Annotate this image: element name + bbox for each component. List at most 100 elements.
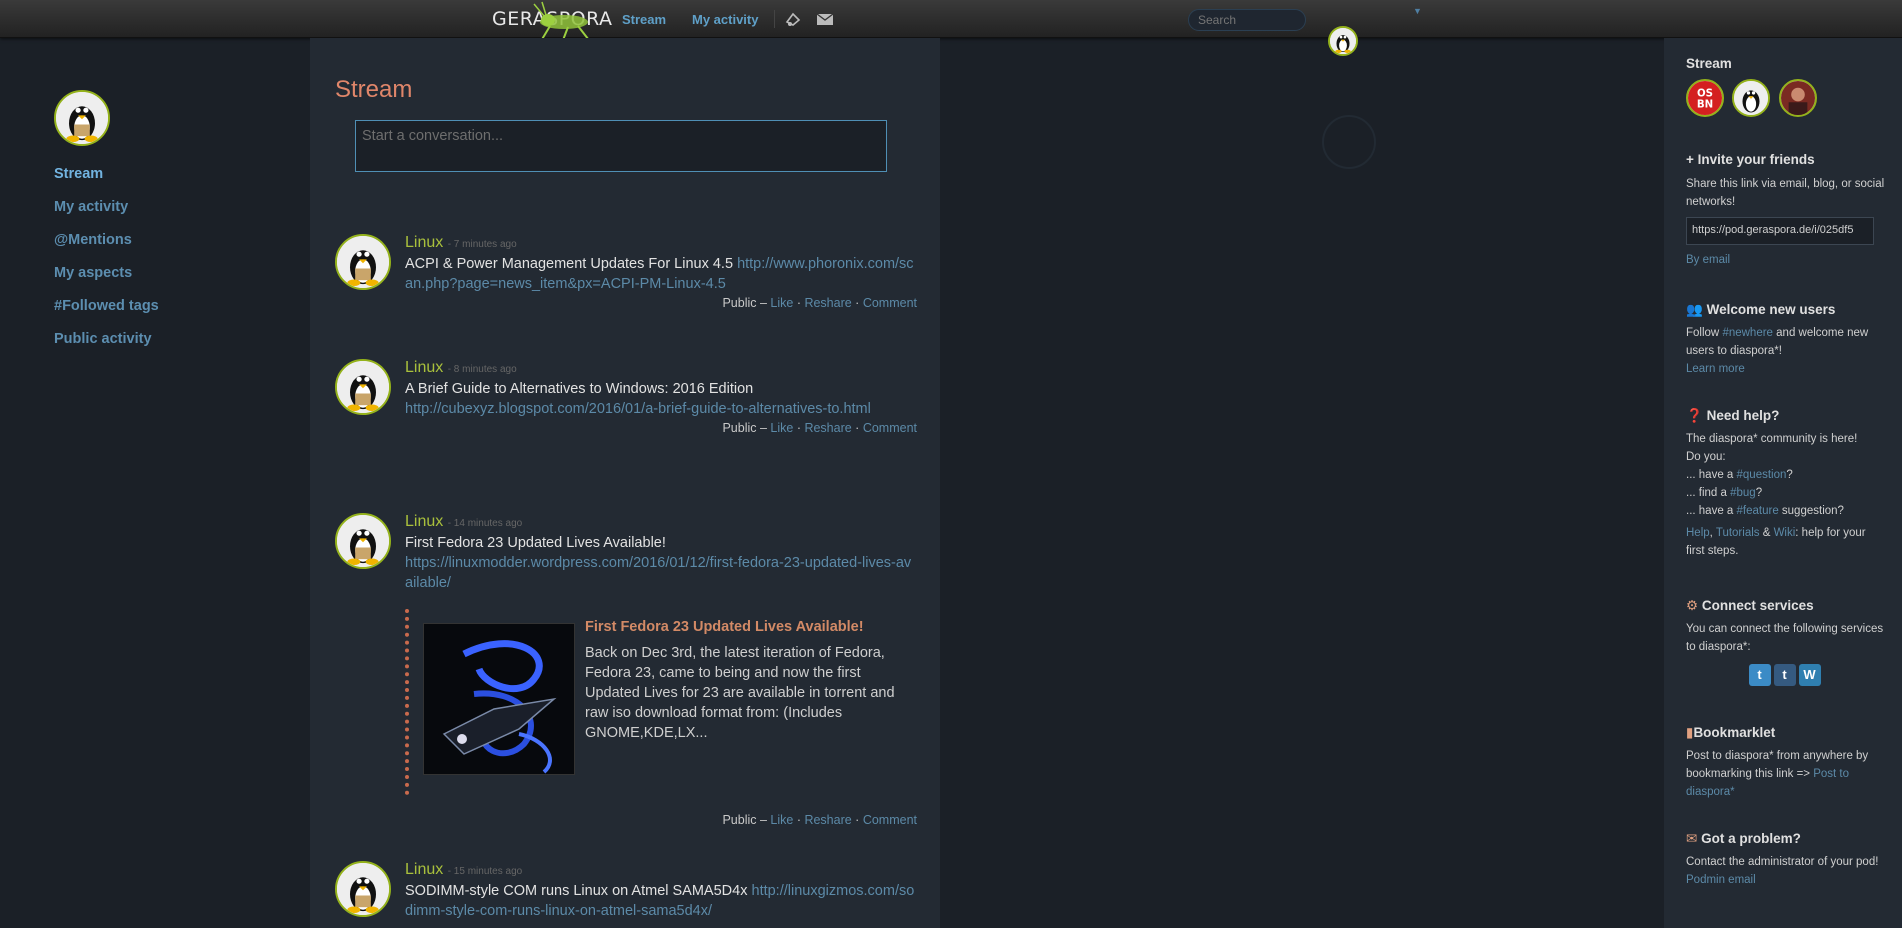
- reshare-link[interactable]: Reshare: [804, 813, 851, 827]
- twitter-icon[interactable]: t: [1748, 664, 1771, 686]
- post-author-avatar[interactable]: [335, 234, 391, 290]
- help-text: &: [1759, 527, 1774, 539]
- post-author-link[interactable]: Linux: [405, 234, 443, 251]
- nav-my-activity-link[interactable]: My activity: [692, 12, 758, 27]
- post-author-link[interactable]: Linux: [405, 359, 443, 376]
- invite-heading: + Invite your friends: [1686, 152, 1815, 167]
- sidebar-item-public-activity[interactable]: Public activity: [54, 331, 159, 364]
- tux-icon: [1734, 81, 1769, 115]
- sidebar-item-mentions[interactable]: @Mentions: [54, 232, 159, 265]
- post-author-avatar[interactable]: [335, 861, 391, 917]
- svg-text:BN: BN: [1697, 99, 1713, 110]
- sidebar-item-stream[interactable]: Stream: [54, 166, 159, 199]
- post-visibility: Public: [722, 421, 757, 435]
- like-link[interactable]: Like: [770, 421, 793, 435]
- post-timestamp[interactable]: - 7 minutes ago: [448, 239, 517, 250]
- post-author-avatar[interactable]: [335, 513, 391, 569]
- nav-divider: [774, 10, 775, 28]
- help-line-1: The diaspora* community is here!: [1686, 433, 1858, 445]
- tux-icon: [337, 361, 389, 413]
- question-tag-link[interactable]: #question: [1737, 469, 1787, 481]
- post-author-link[interactable]: Linux: [405, 513, 443, 530]
- tux-icon: [337, 515, 389, 567]
- page: GERASPORA Stream My activity: [0, 0, 1902, 928]
- osbn-logo-icon: OSBN: [1688, 81, 1722, 115]
- post-text: SODIMM-style COM runs Linux on Atmel SAM…: [405, 883, 748, 899]
- invite-link-field[interactable]: https://pod.geraspora.de/i/025df5: [1686, 217, 1874, 245]
- problem-text: Contact the administrator of your pod!: [1686, 856, 1879, 868]
- bug-tag-link[interactable]: #bug: [1730, 487, 1756, 499]
- tumblr-icon[interactable]: t: [1773, 664, 1796, 686]
- tutorials-link[interactable]: Tutorials: [1716, 527, 1760, 539]
- publisher-input[interactable]: Start a conversation...: [355, 120, 887, 172]
- contact-avatar-osbn[interactable]: OS BN: [1686, 79, 1724, 117]
- loading-spinner: [1322, 115, 1376, 169]
- welcome-heading: Welcome new users: [1706, 302, 1836, 317]
- post-timestamp[interactable]: - 8 minutes ago: [448, 364, 517, 375]
- wiki-link[interactable]: Wiki: [1774, 527, 1796, 539]
- post-link[interactable]: http://cubexyz.blogspot.com/2016/01/a-br…: [405, 401, 871, 417]
- reshare-link[interactable]: Reshare: [804, 296, 851, 310]
- notifications-icon[interactable]: [784, 10, 802, 28]
- wordpress-icon[interactable]: W: [1798, 664, 1821, 686]
- comment-link[interactable]: Comment: [863, 296, 917, 310]
- post-actions: Public – Like · Reshare · Comment: [722, 296, 917, 310]
- sidebar-item-my-activity[interactable]: My activity: [54, 199, 159, 232]
- contact-avatar-linux[interactable]: [1732, 79, 1771, 117]
- help-text: ?: [1755, 487, 1763, 499]
- post-author-avatar[interactable]: [335, 359, 391, 415]
- user-menu-caret-icon[interactable]: ▼: [1413, 6, 1422, 16]
- like-link[interactable]: Like: [770, 813, 793, 827]
- nav-stream-link[interactable]: Stream: [622, 12, 666, 27]
- post-timestamp[interactable]: - 15 minutes ago: [448, 866, 523, 877]
- post-author-link[interactable]: Linux: [405, 861, 443, 878]
- post-actions: Public – Like · Reshare · Comment: [722, 421, 917, 435]
- sidebar-user-avatar[interactable]: [54, 90, 110, 146]
- learn-more-link[interactable]: Learn more: [1686, 363, 1745, 375]
- post-timestamp[interactable]: - 14 minutes ago: [448, 518, 523, 529]
- invite-by-email-link[interactable]: By email: [1686, 254, 1730, 266]
- welcome-text: Follow: [1686, 327, 1723, 339]
- help-text: ... have a: [1686, 505, 1737, 517]
- top-header: GERASPORA Stream My activity: [0, 0, 1902, 56]
- search-input[interactable]: [1188, 9, 1306, 31]
- newhere-tag-link[interactable]: #newhere: [1722, 327, 1773, 339]
- post-actions: Public – Like · Reshare · Comment: [722, 813, 917, 827]
- invite-text: Share this link via email, blog, or soci…: [1686, 178, 1885, 208]
- stream-column: Stream Start a conversation... Linux - 7…: [310, 38, 940, 928]
- header-user-avatar[interactable]: [1328, 26, 1358, 56]
- link-preview-image[interactable]: [423, 623, 575, 775]
- podmin-email-link[interactable]: Podmin email: [1686, 874, 1756, 886]
- comment-link[interactable]: Comment: [863, 421, 917, 435]
- help-text: ... find a: [1686, 487, 1731, 499]
- svg-text:OS: OS: [1697, 88, 1713, 99]
- messages-icon[interactable]: [816, 10, 834, 28]
- like-link[interactable]: Like: [770, 296, 793, 310]
- contact-avatar-person[interactable]: [1778, 79, 1817, 117]
- tux-icon: [1330, 28, 1356, 54]
- help-text: ... have a: [1686, 469, 1737, 481]
- reshare-link[interactable]: Reshare: [804, 421, 851, 435]
- link-preview-title[interactable]: First Fedora 23 Updated Lives Available!: [585, 619, 864, 635]
- help-link[interactable]: Help: [1686, 527, 1710, 539]
- post-visibility: Public: [722, 296, 757, 310]
- nav-icons: [784, 10, 834, 28]
- tux-icon: [337, 863, 389, 915]
- sidebar-item-my-aspects[interactable]: My aspects: [54, 265, 159, 298]
- stream-contacts-heading: Stream: [1686, 56, 1732, 71]
- post-text: First Fedora 23 Updated Lives Available!: [405, 535, 666, 551]
- feature-tag-link[interactable]: #feature: [1737, 505, 1779, 517]
- service-icons: ttW: [1686, 664, 1886, 686]
- envelope-icon: ✉: [1686, 831, 1698, 846]
- question-icon: ❓: [1686, 408, 1703, 423]
- contact-avatars: OS BN: [1686, 79, 1886, 122]
- sidebar-item-followed-tags[interactable]: #Followed tags: [54, 298, 159, 331]
- fedora-art-image: [424, 624, 574, 774]
- post-link[interactable]: https://linuxmodder.wordpress.com/2016/0…: [405, 555, 911, 591]
- right-sidebar: Stream OS BN + Invite your friends Share …: [1664, 38, 1902, 928]
- link-preview-description: Back on Dec 3rd, the latest iteration of…: [585, 645, 895, 741]
- link-preview: First Fedora 23 Updated Lives Available!…: [405, 609, 917, 795]
- tux-icon: [56, 92, 108, 144]
- comment-link[interactable]: Comment: [863, 813, 917, 827]
- person-photo-icon: [1780, 81, 1815, 115]
